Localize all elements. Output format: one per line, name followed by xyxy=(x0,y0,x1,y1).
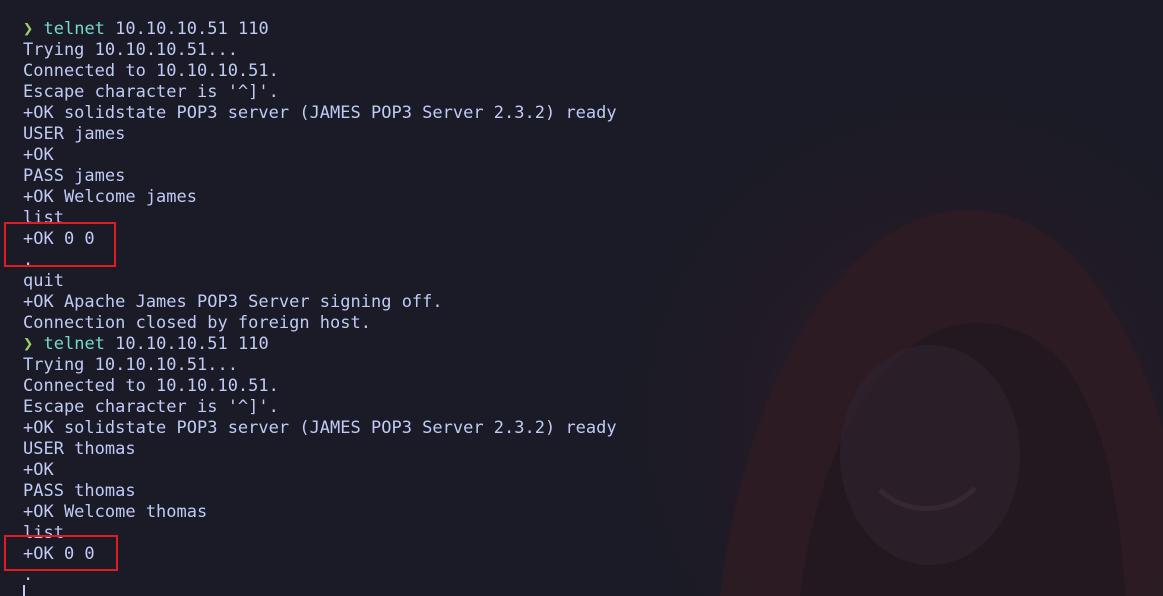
output-line: quit xyxy=(23,271,64,291)
output-line: Connected to 10.10.10.51. xyxy=(23,61,279,81)
prompt-line: ❯ telnet 10.10.10.51 110 xyxy=(23,19,617,40)
output-line: Trying 10.10.10.51... xyxy=(23,355,238,375)
output-line: +OK solidstate POP3 server (JAMES POP3 S… xyxy=(23,418,617,438)
output-line: Escape character is '^]'. xyxy=(23,82,279,102)
prompt-chevron-icon: ❯ xyxy=(23,19,34,39)
output-line: +OK Welcome thomas xyxy=(23,502,208,522)
output-line: Connection closed by foreign host. xyxy=(23,313,371,333)
output-line: +OK xyxy=(23,460,54,480)
output-line: Trying 10.10.10.51... xyxy=(23,40,238,60)
output-line: PASS james xyxy=(23,166,126,186)
output-line: +OK Welcome james xyxy=(23,187,197,207)
output-line: Connected to 10.10.10.51. xyxy=(23,376,279,396)
command-name: telnet xyxy=(43,19,105,39)
command-name: telnet xyxy=(43,334,105,354)
output-line: USER thomas xyxy=(23,439,136,459)
output-line: +OK solidstate POP3 server (JAMES POP3 S… xyxy=(23,103,617,123)
output-line: PASS thomas xyxy=(23,481,136,501)
command-args: 10.10.10.51 110 xyxy=(104,334,269,354)
output-line: +OK xyxy=(23,145,54,165)
output-line: USER james xyxy=(23,124,126,144)
terminal-output: ❯ telnet 10.10.10.51 110 Trying 10.10.10.… xyxy=(23,19,617,586)
highlight-box-thomas xyxy=(4,535,118,571)
face-shape xyxy=(840,345,1020,565)
highlight-box-james xyxy=(4,222,116,267)
prompt-line: ❯ telnet 10.10.10.51 110 xyxy=(23,334,617,355)
output-line: Escape character is '^]'. xyxy=(23,397,279,417)
text-cursor xyxy=(23,585,25,596)
output-line: +OK Apache James POP3 Server signing off… xyxy=(23,292,443,312)
prompt-chevron-icon: ❯ xyxy=(23,334,34,354)
command-args: 10.10.10.51 110 xyxy=(104,19,269,39)
